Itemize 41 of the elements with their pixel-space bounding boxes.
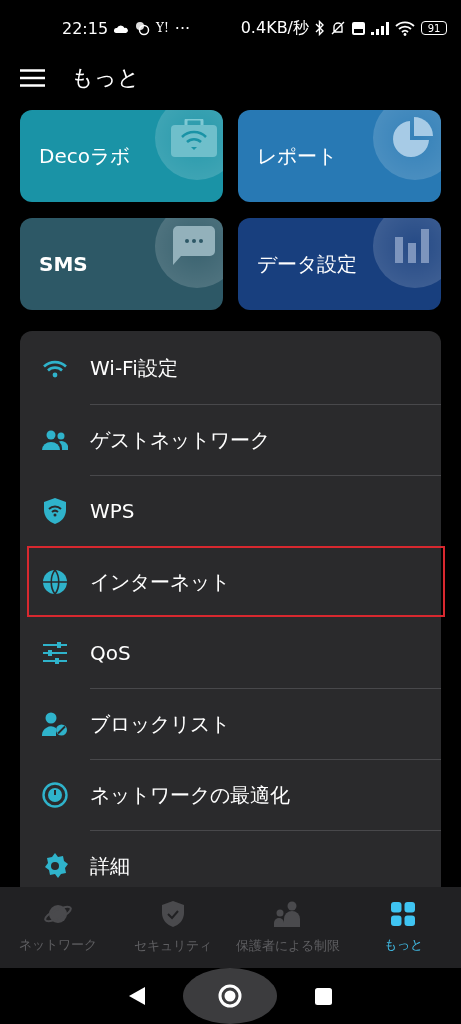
user-block-icon: [42, 712, 68, 736]
page-title: もっと: [71, 64, 140, 92]
menu-item[interactable]: ゲストネットワーク: [90, 404, 441, 475]
gear-icon: [42, 853, 68, 879]
pie-chart-icon: [391, 117, 433, 159]
battery-level: 91: [421, 21, 447, 35]
home-icon: [218, 984, 242, 1008]
network-speed: 0.4KB/秒: [240, 17, 309, 39]
shortcut-tile[interactable]: Decoラボ: [20, 110, 223, 202]
menu-item[interactable]: ネットワークの最適化: [90, 759, 441, 830]
menu-item[interactable]: インターネット: [90, 546, 441, 617]
menu-item[interactable]: QoS: [20, 617, 441, 688]
app-mark: Y!: [156, 21, 169, 35]
wifi-icon: [395, 20, 415, 36]
shield-check-icon: [161, 900, 184, 927]
menu-icon[interactable]: [20, 69, 45, 87]
bluetooth-icon: [315, 20, 324, 36]
clock: 22:15: [62, 18, 109, 38]
shortcut-tile[interactable]: データ設定: [238, 218, 441, 310]
menu-item[interactable]: WPS: [90, 475, 441, 546]
recents-icon[interactable]: [315, 987, 332, 1005]
shield-wifi-icon: [44, 498, 66, 524]
wifi-icon: [43, 359, 67, 378]
toolbox-wifi-icon: [171, 119, 217, 157]
grid-icon: [391, 901, 416, 926]
users-icon: [42, 430, 68, 450]
sliders-icon: [43, 641, 67, 664]
mute-icon: [330, 20, 346, 36]
back-icon[interactable]: [129, 987, 145, 1005]
shortcut-tile[interactable]: レポート: [238, 110, 441, 202]
bar-chart-icon: [395, 229, 429, 263]
menu-item[interactable]: Wi-Fi設定: [20, 333, 441, 404]
globe-icon: [43, 570, 67, 594]
chat-bubble-icon: [173, 226, 215, 266]
menu-item[interactable]: ブロックリスト: [90, 688, 441, 759]
more-notifications: ···: [174, 18, 191, 38]
family-icon: [274, 900, 303, 927]
shortcut-tile[interactable]: SMS: [20, 218, 223, 310]
signal-icon: [371, 21, 389, 35]
nav-tab[interactable]: もっと: [345, 887, 461, 968]
cloud-icon: [114, 23, 129, 33]
